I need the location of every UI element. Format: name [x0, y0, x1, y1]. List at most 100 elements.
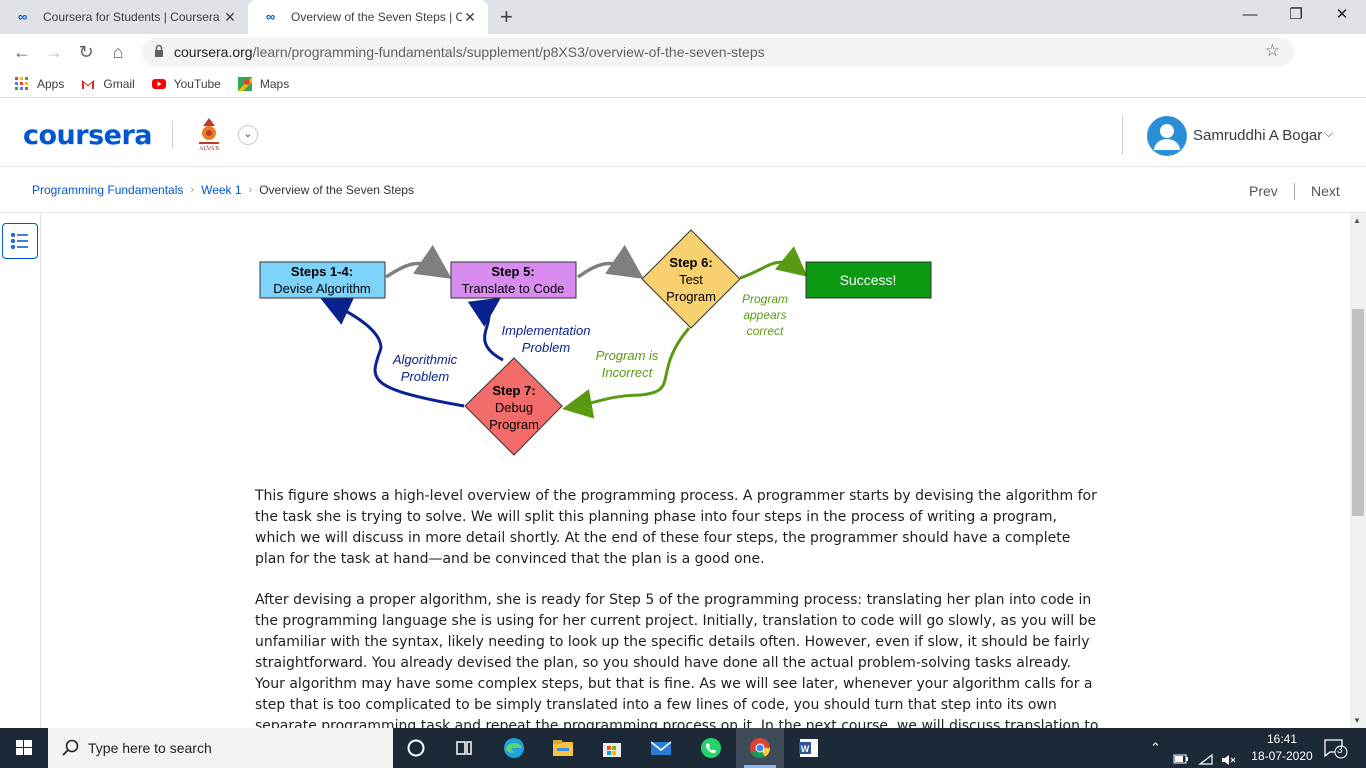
incorrect-label-1: Program is — [596, 348, 659, 363]
alvas-logo-icon[interactable]: ALVA'S — [193, 116, 225, 152]
clock-time: 16:41 — [1266, 732, 1298, 746]
user-menu-chevron-icon[interactable]: ⌵ — [1324, 126, 1333, 141]
chrome-taskbar-active[interactable] — [736, 728, 784, 768]
reload-icon[interactable]: ↻ — [74, 40, 98, 64]
url-host: coursera.org — [174, 44, 253, 60]
coursera-logo[interactable]: coursera — [23, 120, 153, 151]
correct-label-2: appears — [743, 308, 786, 322]
course-menu-button[interactable] — [2, 223, 38, 259]
youtube-icon — [151, 78, 166, 89]
step7-label-1: Step 7: — [492, 383, 535, 398]
arrow-steps14-to-step5 — [385, 244, 452, 279]
user-name[interactable]: Samruddhi A Bogar — [1193, 127, 1322, 144]
notifications-button[interactable]: 3 — [1322, 736, 1348, 760]
file-explorer-icon[interactable] — [549, 734, 577, 762]
success-box: Success! — [805, 261, 932, 299]
tab-title: Coursera for Students | Coursera — [43, 10, 220, 24]
address-bar[interactable]: coursera.org/learn/programming-fundament… — [142, 38, 1294, 66]
chevron-down-icon[interactable]: ⌄ — [238, 125, 258, 145]
header-divider-right — [1122, 115, 1123, 155]
wifi-icon[interactable] — [1198, 740, 1214, 780]
whatsapp-icon[interactable] — [697, 734, 725, 762]
steps14-box: Steps 1-4: Devise Algorithm — [259, 261, 386, 299]
algorithmic-label-1: Algorithmic — [392, 352, 458, 367]
search-placeholder: Type here to search — [88, 740, 212, 756]
step5-label-1: Step 5: — [491, 264, 534, 279]
home-icon[interactable]: ⌂ — [106, 40, 130, 64]
page-scrollbar[interactable]: ▲ ▼ — [1350, 213, 1366, 728]
forward-icon[interactable]: → — [42, 40, 66, 64]
lock-icon — [155, 44, 163, 57]
start-button[interactable] — [0, 728, 48, 768]
steps14-label-2: Devise Algorithm — [273, 281, 371, 296]
step7-diamond: Step 7: Debug Program — [464, 357, 563, 456]
bookmark-youtube[interactable]: YouTube — [151, 77, 221, 91]
seven-steps-diagram: Steps 1-4: Devise Algorithm Step 5: Tran… — [259, 229, 932, 456]
coursera-header: coursera ALVA'S ⌄ Samruddhi A Bogar ⌵ — [0, 98, 1366, 167]
implementation-label-2: Problem — [522, 340, 571, 355]
arrow-step5-to-step6 — [577, 244, 644, 279]
correct-label-1: Program — [742, 292, 788, 306]
close-window-icon[interactable]: ✕ — [1319, 0, 1365, 34]
correct-label-3: correct — [747, 324, 784, 338]
bookmark-star-icon[interactable]: ☆ — [1265, 41, 1280, 61]
search-icon — [62, 739, 79, 756]
breadcrumb-chevron-icon: › — [190, 184, 195, 196]
close-tab-icon[interactable]: ✕ — [222, 9, 238, 26]
bookmark-gmail[interactable]: Gmail — [81, 76, 135, 91]
word-icon[interactable]: W — [795, 734, 823, 762]
step7-label-2: Debug — [495, 400, 533, 415]
back-icon[interactable]: ← — [10, 40, 34, 64]
volume-icon[interactable] — [1220, 740, 1238, 780]
breadcrumb-course[interactable]: Programming Fundamentals — [32, 183, 183, 197]
scroll-thumb[interactable] — [1352, 309, 1364, 516]
battery-icon[interactable] — [1172, 740, 1190, 780]
coursera-favicon-icon: ∞ — [266, 9, 276, 24]
arrow-step7-to-step5 — [467, 297, 504, 362]
url-text: coursera.org/learn/programming-fundament… — [174, 44, 765, 60]
task-view-icon[interactable] — [450, 734, 478, 762]
implementation-label-1: Implementation — [502, 323, 591, 338]
bookmark-apps[interactable]: Apps — [15, 76, 64, 91]
scroll-down-icon[interactable]: ▼ — [1353, 716, 1361, 725]
minimize-icon[interactable]: — — [1227, 0, 1273, 34]
bookmark-label: Maps — [259, 76, 290, 91]
header-divider — [172, 121, 173, 149]
gmail-icon — [82, 79, 95, 89]
svg-text:W: W — [801, 744, 810, 754]
tab-strip: ∞ Coursera for Students | Coursera ✕ ∞ O… — [0, 0, 1366, 34]
reading-content: Steps 1-4: Devise Algorithm Step 5: Tran… — [41, 213, 1350, 728]
step6-diamond: Step 6: Test Program — [641, 229, 741, 329]
list-menu-icon — [10, 232, 28, 250]
scroll-up-icon[interactable]: ▲ — [1353, 216, 1361, 225]
bookmark-maps[interactable]: Maps — [237, 76, 290, 91]
svg-text:ALVA'S: ALVA'S — [199, 146, 219, 152]
edge-icon[interactable] — [500, 734, 528, 762]
chrome-icon — [744, 738, 776, 768]
restore-icon[interactable]: ❐ — [1273, 0, 1319, 34]
user-avatar-icon[interactable] — [1147, 116, 1187, 156]
taskbar-search[interactable]: Type here to search — [48, 728, 393, 768]
close-tab-icon[interactable]: ✕ — [462, 9, 478, 26]
new-tab-button[interactable]: + — [500, 4, 513, 30]
taskbar-clock[interactable]: 16:41 18-07-2020 — [1244, 731, 1320, 765]
next-button[interactable]: Next — [1311, 183, 1340, 199]
show-hidden-icons[interactable]: ⌃ — [1150, 740, 1161, 780]
url-path: /learn/programming-fundamentals/suppleme… — [252, 44, 765, 60]
prev-button[interactable]: Prev — [1249, 183, 1278, 199]
breadcrumb-week[interactable]: Week 1 — [201, 183, 241, 197]
step7-label-3: Program — [489, 417, 539, 432]
bookmark-label: Gmail — [103, 76, 135, 91]
browser-toolbar: ← → ↻ ⌂ coursera.org/learn/programming-f… — [0, 34, 1366, 98]
breadcrumb-bar: Programming Fundamentals › Week 1 › Over… — [0, 168, 1366, 213]
microsoft-store-icon[interactable] — [598, 734, 626, 762]
cortana-icon[interactable] — [402, 734, 430, 762]
mail-icon[interactable] — [647, 734, 675, 762]
tab-coursera-students[interactable]: ∞ Coursera for Students | Coursera ✕ — [0, 0, 248, 34]
breadcrumb-current: Overview of the Seven Steps — [259, 183, 414, 197]
algorithmic-label-2: Problem — [401, 369, 450, 384]
tab-title: Overview of the Seven Steps | Co — [291, 10, 462, 24]
tab-overview-seven-steps[interactable]: ∞ Overview of the Seven Steps | Co ✕ — [248, 0, 488, 34]
step6-label-1: Step 6: — [669, 255, 712, 270]
prev-next-divider — [1294, 183, 1295, 200]
